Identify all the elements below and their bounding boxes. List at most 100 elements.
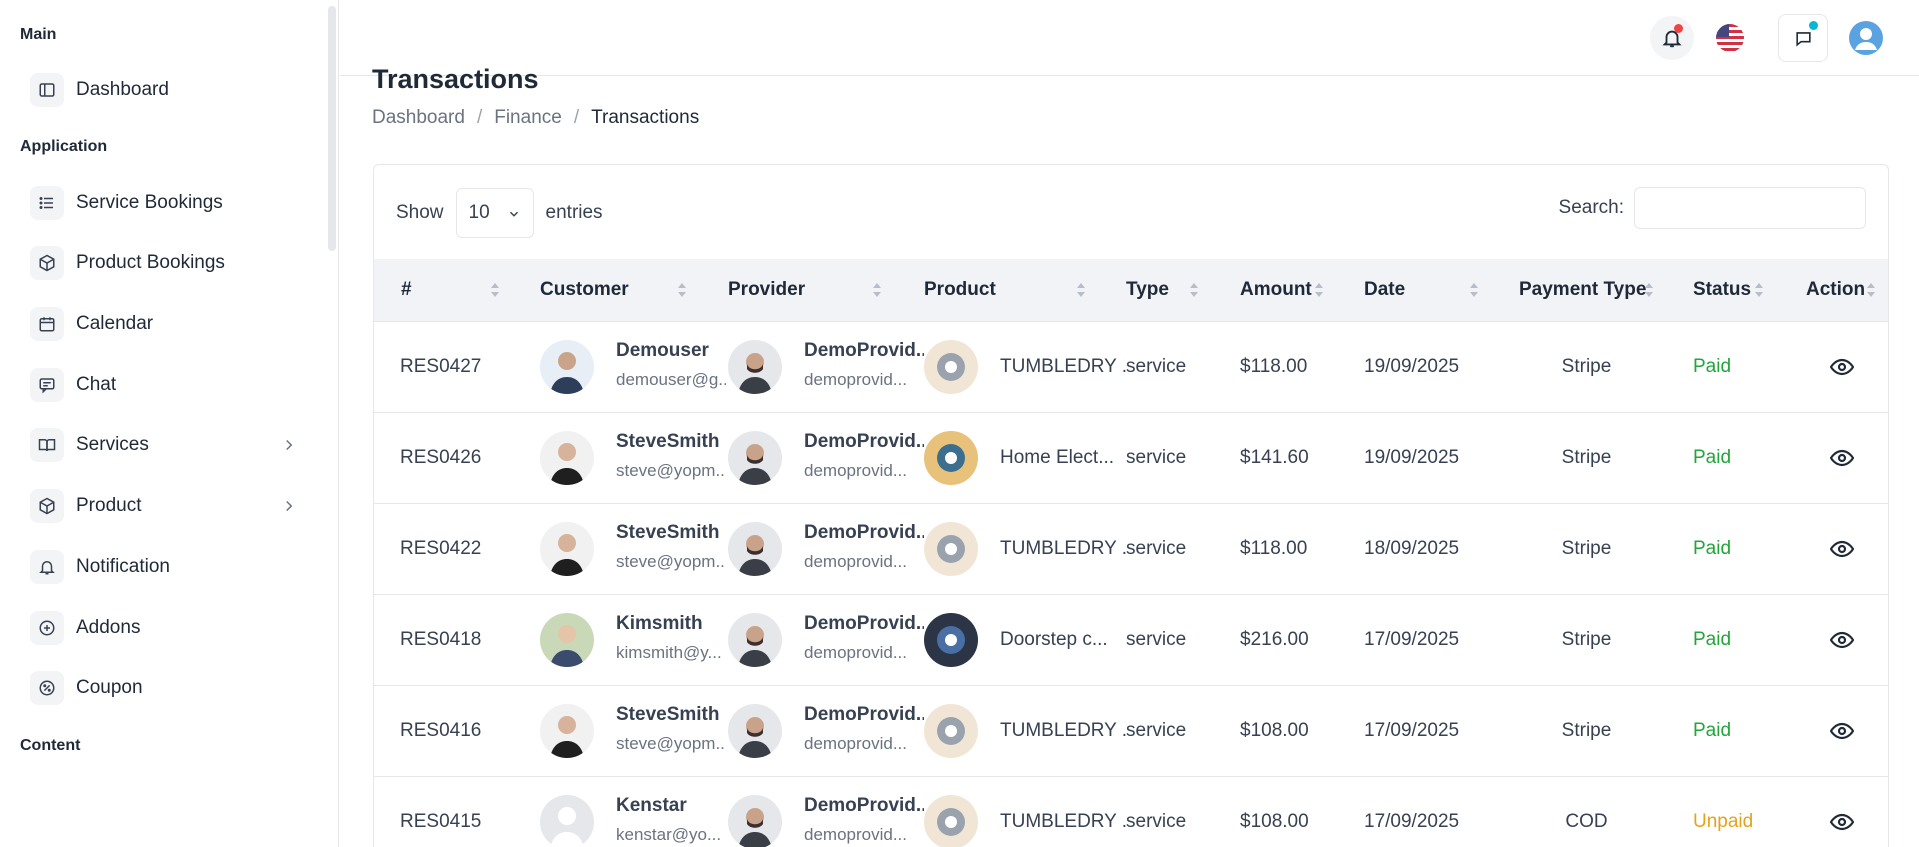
col-header-customer[interactable]: Customer [540,259,629,321]
sidebar-item-label: Addons [76,617,141,638]
transaction-id: RES0422 [400,538,482,559]
sidebar-scrollbar[interactable] [328,6,336,251]
chat-bubble-icon [1795,31,1811,46]
transaction-date: 19/09/2025 [1364,356,1460,377]
chat-icon [30,368,64,402]
provider-email: demoprovid... [804,552,907,571]
provider-name: DemoProvid... [804,522,924,543]
customer-avatar [540,340,594,394]
eye-icon[interactable] [1830,813,1854,831]
sort-icon[interactable] [1469,280,1479,300]
sort-icon[interactable] [1644,280,1654,300]
transaction-id: RES0416 [400,720,482,741]
section-main: Main [20,26,57,43]
status-badge: Paid [1693,356,1732,377]
transactions-card: Show 10 entries Search: # Customer Provi… [373,164,1889,847]
customer-cell: SteveSmith steve@yopm... [616,704,726,754]
customer-cell: SteveSmith steve@yopm... [616,522,726,572]
provider-cell: DemoProvid... demoprovid... [804,704,924,754]
col-header-action[interactable]: Action [1806,259,1865,321]
eye-icon[interactable] [1830,358,1854,376]
col-header-payment-type[interactable]: Payment Type [1519,259,1646,321]
table-row[interactable]: RES0416 SteveSmith steve@yopm... DemoPro… [374,685,1888,775]
col-header-type[interactable]: Type [1126,259,1169,321]
col-header-amount[interactable]: Amount [1240,259,1312,321]
col-header-id[interactable]: # [401,259,412,321]
provider-avatar [728,613,782,667]
transaction-type: service [1126,538,1187,559]
sidebar-item-label: Chat [76,374,117,395]
sidebar-item-dashboard[interactable]: Dashboard [30,68,310,112]
customer-cell: SteveSmith steve@yopm... [616,431,726,481]
search-input[interactable] [1634,187,1866,229]
customer-avatar [540,522,594,576]
transaction-amount: $108.00 [1240,811,1309,832]
customer-email: steve@yopm... [616,461,726,480]
customer-avatar [540,613,594,667]
table-row[interactable]: RES0418 Kimsmith kimsmith@y... DemoProvi… [374,594,1888,684]
eye-icon[interactable] [1830,722,1854,740]
sidebar-item-addons[interactable]: Addons [30,606,310,650]
sidebar-item-notification[interactable]: Notification [30,545,310,589]
customer-name: Kenstar [616,795,687,816]
bell-icon [30,550,64,584]
provider-avatar [728,704,782,758]
search-control: Search: [1559,187,1866,229]
notification-button[interactable] [1650,16,1694,60]
sort-icon[interactable] [490,280,500,300]
sidebar-item-product[interactable]: Product [30,484,310,528]
book-icon [30,428,64,462]
product-name: Doorstep c... [1000,629,1108,650]
table-row[interactable]: RES0426 SteveSmith steve@yopm... DemoPro… [374,412,1888,502]
sidebar-item-services[interactable]: Services [30,423,310,467]
sort-icon[interactable] [677,280,687,300]
sort-icon[interactable] [1754,280,1764,300]
customer-avatar [540,431,594,485]
sidebar-item-service-bookings[interactable]: Service Bookings [30,181,310,225]
provider-avatar [728,431,782,485]
eye-icon[interactable] [1830,449,1854,467]
transaction-amount: $118.00 [1240,538,1308,559]
chevron-down-icon [509,211,518,217]
sidebar-item-chat[interactable]: Chat [30,363,310,407]
sort-icon[interactable] [1866,280,1876,300]
sidebar-item-product-bookings[interactable]: Product Bookings [30,241,310,285]
breadcrumb-finance[interactable]: Finance [494,107,562,129]
sort-icon[interactable] [1189,280,1199,300]
provider-name: DemoProvid... [804,340,924,361]
language-button[interactable] [1708,16,1752,60]
sort-icon[interactable] [1314,280,1324,300]
eye-icon[interactable] [1830,540,1854,558]
table-row[interactable]: RES0427 Demouser demouser@g... DemoProvi… [374,321,1888,411]
user-avatar[interactable] [1844,16,1888,60]
sidebar-item-coupon[interactable]: Coupon [30,666,310,710]
col-header-provider[interactable]: Provider [728,259,805,321]
layout-icon [30,73,64,107]
breadcrumb: Dashboard / Finance / Transactions [372,107,699,129]
breadcrumb-dashboard[interactable]: Dashboard [372,107,465,129]
provider-email: demoprovid... [804,643,907,662]
transaction-id: RES0426 [400,447,482,468]
eye-icon[interactable] [1830,631,1854,649]
table-header: # Customer Provider Product Type Amount … [374,259,1888,321]
sort-icon[interactable] [1076,280,1086,300]
col-header-product[interactable]: Product [924,259,996,321]
table-row[interactable]: RES0415 Kenstar kenstar@yo... DemoProvid… [374,776,1888,847]
customer-name: SteveSmith [616,431,720,452]
entries-select[interactable]: 10 [455,188,534,238]
messages-button[interactable] [1778,14,1828,62]
col-header-date[interactable]: Date [1364,259,1405,321]
table-row[interactable]: RES0422 SteveSmith steve@yopm... DemoPro… [374,503,1888,593]
customer-avatar [540,704,594,758]
sidebar: Main Dashboard Application Service Booki… [0,0,339,847]
sidebar-item-calendar[interactable]: Calendar [30,302,310,346]
payment-type: Stripe [1561,629,1612,650]
product-name: Home Elect... [1000,447,1115,468]
customer-email: steve@yopm... [616,734,726,753]
sidebar-item-label: Services [76,434,149,455]
col-header-status[interactable]: Status [1693,259,1751,321]
sort-icon[interactable] [872,280,882,300]
transaction-date: 19/09/2025 [1364,447,1460,468]
payment-type: Stripe [1561,720,1612,741]
provider-email: demoprovid... [804,825,907,844]
